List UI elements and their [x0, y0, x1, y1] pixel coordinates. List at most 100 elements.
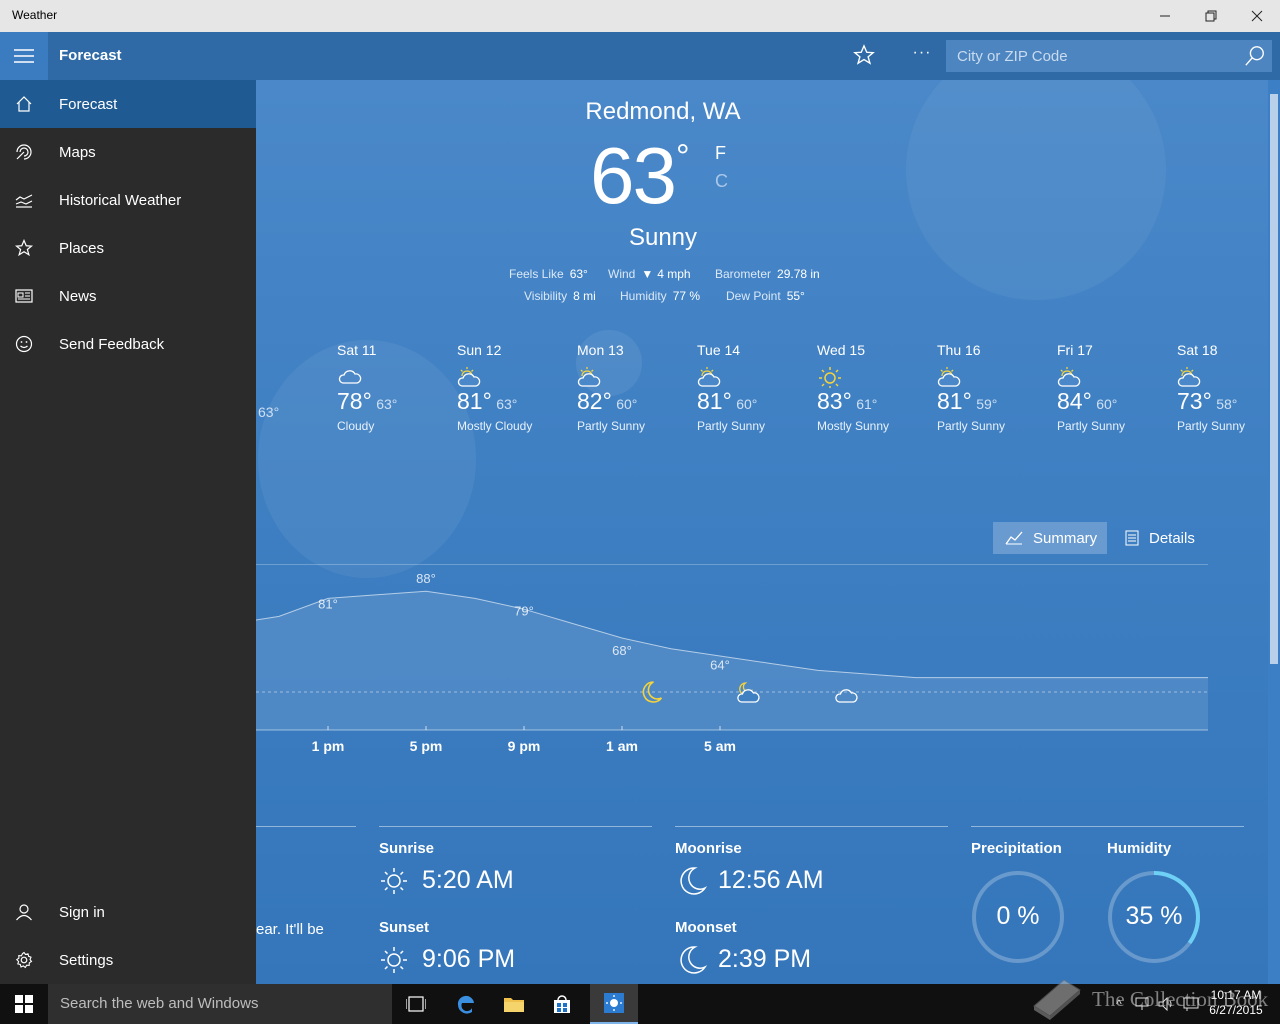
- more-options-button[interactable]: ···: [906, 44, 938, 68]
- humidity-ring-value: 35 %: [1125, 902, 1183, 930]
- fahrenheit-toggle[interactable]: F: [715, 143, 726, 164]
- hour-label: 5 am: [704, 738, 736, 754]
- details-tab[interactable]: Details: [1113, 522, 1209, 554]
- scrollbar-thumb[interactable]: [1270, 94, 1278, 664]
- chart-icon: [15, 194, 33, 208]
- day-high-temp: 81°: [937, 388, 972, 414]
- current-temperature: 63: [590, 131, 677, 220]
- day-condition: Mostly Sunny: [817, 419, 890, 433]
- sidebar-item-settings[interactable]: Settings: [0, 936, 256, 984]
- day-condition: Mostly Cloudy: [457, 419, 533, 433]
- divider: [675, 826, 948, 827]
- task-view-button[interactable]: [392, 984, 440, 1024]
- daily-summary-text: ear. It'll be: [256, 921, 324, 938]
- divider: [379, 826, 652, 827]
- moonrise-icon: [680, 867, 708, 895]
- day-high-temp: 78°: [337, 388, 372, 414]
- visibility-stat: Visibility 8 mi: [524, 289, 596, 303]
- barometer-label: Barometer: [715, 267, 772, 281]
- wind-value: 4 mph: [657, 267, 691, 281]
- celsius-toggle[interactable]: C: [715, 171, 728, 192]
- sidebar-item-historical-weather[interactable]: Historical Weather: [0, 176, 256, 224]
- file-explorer-button[interactable]: [490, 984, 538, 1024]
- day-high-temp: 81°: [697, 388, 732, 414]
- daily-forecast-item[interactable]: Sat 11 78° 63° Cloudy: [337, 342, 457, 433]
- day-name: Sat 18: [1177, 342, 1218, 358]
- restore-icon: [1205, 10, 1217, 22]
- daily-forecast-item[interactable]: Wed 15 83° 61° Mostly Sunny: [817, 342, 937, 433]
- barometer-value: 29.78 in: [777, 267, 820, 281]
- hamburger-button[interactable]: [0, 32, 48, 80]
- daily-forecast-item[interactable]: Thu 16 81° 59° Partly Sunny: [937, 342, 1057, 433]
- minimize-button[interactable]: [1142, 0, 1188, 32]
- smiley-icon: [15, 335, 33, 353]
- hour-label: 1 pm: [311, 738, 345, 754]
- daily-forecast-item[interactable]: Fri 17 84° 60° Partly Sunny: [1057, 342, 1177, 433]
- restore-button[interactable]: [1188, 0, 1234, 32]
- store-icon: [554, 995, 570, 1013]
- sidebar-item-sign-in[interactable]: Sign in: [0, 888, 256, 936]
- dew-point-stat: Dew Point 55°: [726, 289, 805, 303]
- temperature-label: 64°: [710, 658, 730, 673]
- humidity-value: 77 %: [672, 289, 701, 303]
- summary-tab[interactable]: Summary: [993, 522, 1107, 554]
- close-button[interactable]: [1234, 0, 1280, 32]
- feels-like-label: Feels Like: [509, 267, 564, 281]
- news-icon: [15, 289, 33, 303]
- sunny-icon: [819, 367, 841, 389]
- scrollbar[interactable]: [1268, 80, 1280, 984]
- degree-symbol: °: [676, 138, 690, 176]
- taskbar-search[interactable]: Search the web and Windows: [48, 984, 392, 1024]
- weather-app-button[interactable]: [590, 984, 638, 1024]
- daily-forecast-item[interactable]: Tue 14 81° 60° Partly Sunny: [697, 342, 817, 433]
- divider: [256, 826, 356, 827]
- day-name: Thu 16: [937, 342, 981, 358]
- day-high-temp: 73°: [1177, 388, 1212, 414]
- day-high-temp: 83°: [817, 388, 852, 414]
- sidebar-item-forecast[interactable]: Forecast: [0, 80, 256, 128]
- person-icon: [16, 904, 32, 921]
- precipitation-label: Precipitation: [971, 840, 1062, 857]
- daily-forecast-item[interactable]: Sat 18 73° 58° Partly Sunny: [1177, 342, 1280, 433]
- day-low-temp: 59°: [976, 396, 998, 412]
- wind-label: Wind: [608, 267, 636, 281]
- line-chart-icon: [1005, 531, 1023, 545]
- search-input[interactable]: [946, 40, 1236, 72]
- partly-sunny-icon: [577, 367, 601, 387]
- day-name: Sat 11: [337, 342, 377, 358]
- day-high-temp: 81°: [457, 388, 492, 414]
- weather-app-icon: [604, 993, 624, 1013]
- favorite-button[interactable]: [848, 44, 880, 68]
- sidebar-item-send-feedback[interactable]: Send Feedback: [0, 320, 256, 368]
- sunrise-label: Sunrise: [379, 840, 435, 857]
- summary-label: Summary: [1033, 529, 1098, 547]
- day-low-temp: 63°: [496, 396, 518, 412]
- navigation-pane: Forecast Maps Historical Weather Places …: [0, 80, 256, 984]
- dew-point-label: Dew Point: [726, 289, 781, 303]
- partly-sunny-icon: [457, 367, 481, 387]
- windows-logo-icon: [15, 995, 33, 1013]
- edge-button[interactable]: [442, 984, 490, 1024]
- partial-day-low: 63°: [258, 404, 280, 420]
- book-icon: [1033, 979, 1081, 1020]
- hour-label: 9 pm: [507, 738, 541, 754]
- daily-forecast-item[interactable]: Mon 13 82° 60° Partly Sunny: [577, 342, 697, 433]
- store-button[interactable]: [538, 984, 586, 1024]
- start-button[interactable]: [0, 984, 48, 1024]
- precipitation-value: 0 %: [996, 902, 1040, 930]
- home-icon: [16, 96, 32, 112]
- day-condition: Partly Sunny: [1057, 419, 1126, 433]
- day-name: Fri 17: [1057, 342, 1093, 358]
- sidebar-item-label: Settings: [59, 951, 114, 969]
- hour-label: 1 am: [606, 738, 638, 754]
- moonset-label: Moonset: [675, 919, 737, 936]
- folder-icon: [504, 998, 524, 1012]
- ellipsis-icon: ···: [912, 44, 932, 61]
- sidebar-item-news[interactable]: News: [0, 272, 256, 320]
- dew-point-value: 55°: [786, 289, 805, 303]
- search-icon[interactable]: [1244, 45, 1266, 67]
- daily-forecast-item[interactable]: Sun 12 81° 63° Mostly Cloudy: [457, 342, 577, 433]
- sidebar-item-places[interactable]: Places: [0, 224, 256, 272]
- sidebar-item-maps[interactable]: Maps: [0, 128, 256, 176]
- humidity-stat: Humidity 77 %: [620, 289, 700, 303]
